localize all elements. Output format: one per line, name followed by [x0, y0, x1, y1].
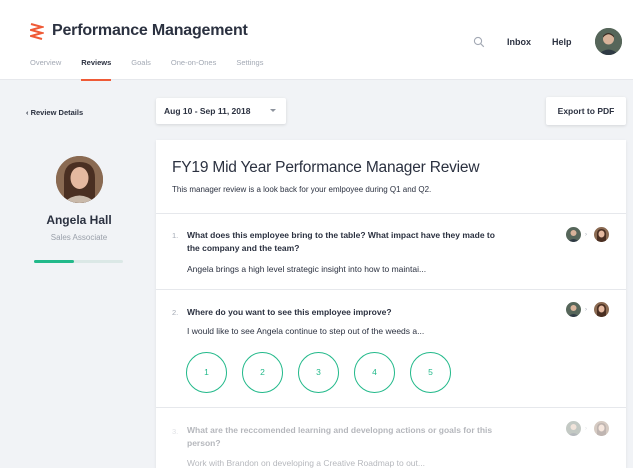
tab-settings[interactable]: Settings: [236, 58, 263, 76]
question-number: 3.: [172, 427, 179, 436]
arrow-right-icon: ›: [585, 232, 587, 238]
manager-avatar: [566, 302, 581, 317]
arrow-right-icon: ›: [585, 307, 587, 313]
review-progress-bar: [34, 260, 123, 263]
chevron-left-icon: ‹: [26, 108, 29, 117]
tab-one-on-ones[interactable]: One-on-Ones: [171, 58, 216, 76]
inbox-link[interactable]: Inbox: [507, 37, 531, 47]
rating-option-1[interactable]: 1: [186, 352, 227, 393]
question-text: What does this employee bring to the tab…: [187, 230, 495, 253]
app-title: Performance Management: [52, 22, 248, 39]
question-text: Where do you want to see this employee i…: [187, 307, 392, 317]
back-link-label: Review Details: [30, 108, 84, 117]
question-number: 1.: [172, 231, 179, 240]
back-link[interactable]: ‹ Review Details: [26, 108, 83, 117]
review-description: This manager review is a look back for y…: [172, 185, 432, 194]
date-range-select[interactable]: Aug 10 - Sep 11, 2018: [156, 98, 286, 124]
nav-tabs: Overview Reviews Goals One-on-Ones Setti…: [30, 58, 283, 81]
question-answer[interactable]: Angela brings a high level strategic ins…: [187, 264, 426, 274]
reviewer-pair: ›: [566, 227, 610, 243]
rating-option-5[interactable]: 5: [410, 352, 451, 393]
divider: [156, 213, 626, 214]
profile-avatar: [56, 156, 103, 203]
user-avatar[interactable]: [595, 28, 622, 55]
manager-avatar: [566, 227, 581, 242]
export-pdf-button[interactable]: Export to PDF: [546, 97, 626, 125]
employee-avatar: [594, 421, 609, 436]
tab-reviews[interactable]: Reviews: [81, 58, 112, 81]
caret-down-icon: [270, 109, 276, 112]
brand-logo-icon[interactable]: [30, 22, 44, 40]
tab-overview[interactable]: Overview: [30, 58, 61, 76]
rating-option-3[interactable]: 3: [298, 352, 339, 393]
profile-role: Sales Associate: [50, 233, 108, 242]
top-header: Performance Management Overview Reviews …: [0, 0, 633, 81]
divider: [156, 407, 626, 408]
review-title: FY19 Mid Year Performance Manager Review: [172, 159, 480, 176]
manager-avatar: [566, 421, 581, 436]
rating-option-2[interactable]: 2: [242, 352, 283, 393]
arrow-right-icon: ›: [585, 426, 587, 432]
help-link[interactable]: Help: [552, 37, 572, 47]
question-answer[interactable]: Work with Brandon on developing a Creati…: [187, 458, 425, 468]
question-answer[interactable]: I would like to see Angela continue to s…: [187, 326, 424, 336]
reviewer-pair: ›: [566, 421, 610, 437]
employee-avatar: [594, 302, 609, 317]
date-range-value: Aug 10 - Sep 11, 2018: [164, 106, 251, 116]
rating-option-4[interactable]: 4: [354, 352, 395, 393]
divider: [156, 289, 626, 290]
search-icon[interactable]: [473, 36, 485, 48]
profile-name: Angela Hall: [46, 213, 112, 227]
review-progress-fill: [34, 260, 75, 263]
tab-goals[interactable]: Goals: [131, 58, 151, 76]
employee-avatar: [594, 227, 609, 242]
question-text: What are the reccomended learning and de…: [187, 425, 493, 448]
review-card: FY19 Mid Year Performance Manager Review…: [156, 140, 626, 468]
question-number: 2.: [172, 308, 179, 317]
reviewer-pair: ›: [566, 302, 610, 318]
